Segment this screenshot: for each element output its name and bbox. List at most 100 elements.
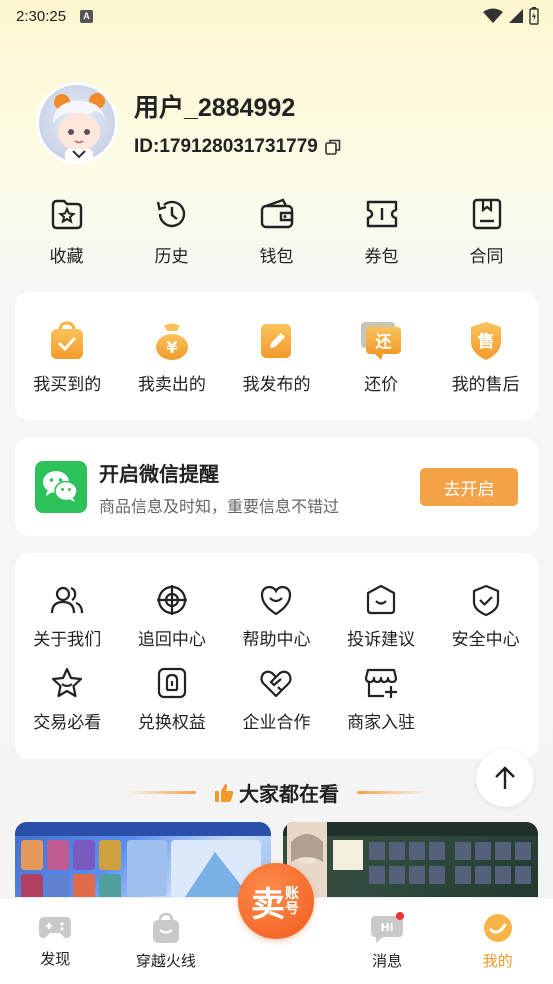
order-sold[interactable]: ¥ 我卖出的 (120, 320, 225, 420)
quick-actions: 收藏 历史 钱包 券包 合同 (14, 196, 539, 267)
orders-card: 我买到的 ¥ 我卖出的 我发布的 还 还价 售 我的售后 (15, 292, 538, 420)
service-merchant-join[interactable]: 商家入驻 (329, 666, 434, 749)
merchant-join-icon (364, 668, 398, 698)
tab-messages[interactable]: Hi 消息 (332, 898, 443, 984)
service-redeem[interactable]: 兑换权益 (120, 666, 225, 749)
bought-icon (51, 321, 84, 359)
counter-offer-badge: 还 (375, 332, 393, 351)
bag-icon (152, 912, 179, 943)
tab-label: 穿越火线 (135, 953, 196, 970)
quick-label: 券包 (364, 247, 399, 266)
thumbs-up-icon (215, 783, 234, 802)
quick-favorites[interactable]: 收藏 (14, 196, 119, 267)
listing-thumbnail[interactable] (282, 822, 538, 902)
service-label: 投诉建议 (347, 630, 416, 649)
gamepad-icon (39, 917, 72, 939)
user-id: ID:179128031731779 (134, 136, 318, 157)
service-trade-guide[interactable]: 交易必看 (15, 666, 120, 749)
sell-account-glyph: 卖 (251, 885, 285, 924)
service-about-us[interactable]: 关于我们 (15, 583, 120, 666)
contract-icon (472, 198, 501, 230)
divider-right (357, 791, 427, 794)
favorites-icon (51, 199, 82, 230)
service-label: 安全中心 (451, 630, 520, 649)
service-recovery-center[interactable]: 追回中心 (120, 583, 225, 666)
listing-thumbnail[interactable] (15, 822, 271, 902)
complaint-icon (366, 584, 396, 615)
svg-text:¥: ¥ (166, 338, 177, 357)
quick-history[interactable]: 历史 (119, 196, 224, 267)
tab-crossfire[interactable]: 穿越火线 (111, 898, 222, 984)
security-center-icon (472, 584, 499, 617)
service-label: 追回中心 (137, 630, 206, 649)
order-label: 我卖出的 (137, 375, 206, 394)
partnership-icon (260, 670, 293, 698)
status-time: 2:30:25 (16, 7, 67, 25)
username: 用户_2884992 (134, 94, 296, 122)
service-label: 关于我们 (33, 630, 102, 649)
signal-icon (509, 9, 523, 23)
wallet-icon (260, 198, 293, 229)
sell-account-sub: 账号 (285, 885, 299, 916)
wechat-subtitle: 商品信息及时知，重要信息不错过 (99, 498, 340, 516)
quick-label: 合同 (469, 247, 504, 266)
order-label: 我发布的 (242, 375, 311, 394)
order-after-sales[interactable]: 售 我的售后 (433, 320, 538, 420)
service-label: 兑换权益 (137, 713, 206, 732)
popular-section-header: 大家都在看 (0, 778, 553, 807)
service-partnership[interactable]: 企业合作 (224, 666, 329, 749)
quick-label: 收藏 (49, 247, 84, 266)
service-security-center[interactable]: 安全中心 (433, 583, 538, 666)
quick-wallet[interactable]: 钱包 (224, 196, 329, 267)
history-icon (156, 200, 185, 228)
after-sales-badge: 售 (477, 331, 494, 352)
wifi-icon (483, 8, 503, 23)
after-sales-icon: 售 (470, 322, 501, 360)
message-icon: Hi (371, 912, 405, 943)
service-complaint[interactable]: 投诉建议 (329, 583, 434, 666)
divider-left (126, 791, 196, 794)
quick-coupons[interactable]: 券包 (329, 196, 434, 267)
copy-icon[interactable] (324, 138, 342, 156)
help-center-icon (261, 585, 292, 616)
order-label: 我买到的 (33, 375, 102, 394)
tab-discover[interactable]: 发现 (0, 898, 111, 984)
sold-icon: ¥ (155, 323, 188, 360)
battery-icon (529, 7, 539, 25)
published-icon (261, 324, 292, 358)
me-icon (483, 914, 512, 942)
redeem-icon (157, 667, 186, 699)
quick-label: 钱包 (259, 247, 294, 266)
svg-text:Hi: Hi (381, 921, 394, 934)
profile-header[interactable]: 用户_2884992 ID:179128031731779 (36, 82, 342, 164)
recovery-center-icon (156, 585, 187, 615)
tab-label: 发现 (40, 951, 71, 968)
avatar[interactable] (36, 82, 118, 164)
service-label: 商家入驻 (347, 713, 416, 732)
tab-me[interactable]: 我的 (442, 898, 553, 984)
order-label: 我的售后 (451, 375, 520, 394)
wechat-icon (35, 461, 87, 513)
counter-offer-icon: 还 (361, 322, 402, 360)
order-published[interactable]: 我发布的 (224, 320, 329, 420)
user-id-row: ID:179128031731779 (134, 136, 342, 158)
services-card: 关于我们 追回中心 帮助中心 投诉建议 安全中心 交易必看 兑换权益 企业合作 … (15, 553, 538, 759)
about-us-icon (51, 586, 84, 614)
coupon-icon (366, 200, 397, 228)
wechat-title: 开启微信提醒 (99, 463, 219, 486)
tab-label: 消息 (372, 953, 403, 970)
service-label: 企业合作 (242, 713, 311, 732)
quick-label: 历史 (154, 247, 189, 266)
quick-contracts[interactable]: 合同 (434, 196, 539, 267)
enable-wechat-button[interactable]: 去开启 (420, 468, 518, 506)
tab-label: 我的 (482, 953, 513, 970)
notification-icon: A (80, 9, 94, 23)
order-bought[interactable]: 我买到的 (15, 320, 120, 420)
service-help-center[interactable]: 帮助中心 (224, 583, 329, 666)
order-label: 还价 (364, 375, 399, 394)
order-counter-offer[interactable]: 还 还价 (329, 320, 434, 420)
sell-account-button[interactable]: 卖 账号 (238, 863, 314, 939)
wechat-reminder-card: 开启微信提醒 商品信息及时知，重要信息不错过 去开启 (15, 438, 538, 536)
service-label: 交易必看 (33, 713, 102, 732)
trade-guide-icon (52, 667, 83, 698)
